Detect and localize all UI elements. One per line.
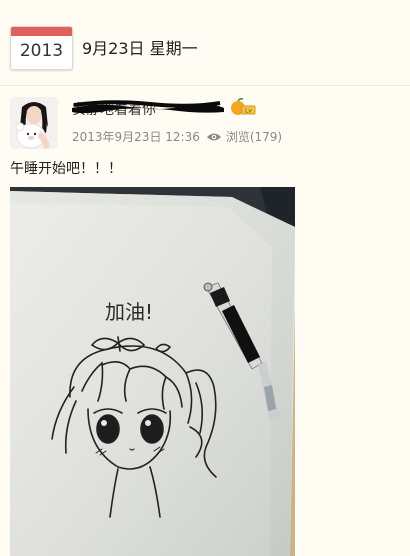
calendar-year: 2013	[19, 41, 64, 61]
post-timestamp: 2013年9月23日 12:36	[72, 130, 200, 144]
calendar-icon: 2013	[10, 26, 73, 70]
svg-text:Lv: Lv	[245, 108, 252, 115]
redaction-scribble	[72, 100, 224, 113]
date-header: 2013 9月23日 星期一	[0, 0, 410, 86]
vip-fruit-badge-icon[interactable]: Lv	[230, 98, 256, 116]
date-title: 9月23日 星期一	[82, 39, 198, 58]
post-text: 午睡开始吧！！！	[10, 161, 122, 177]
views-counter: 浏览(179)	[206, 128, 282, 145]
post-card: 安静地看着你 Lv 2013年9月23日 12:36 浏览(179) 午睡开始吧…	[0, 86, 410, 556]
avatar-image	[10, 97, 58, 149]
calendar-top-bar	[11, 27, 72, 36]
handwritten-text: 加油!	[105, 300, 153, 324]
post-photo[interactable]: 加油!	[10, 187, 295, 556]
eye-icon	[206, 133, 221, 140]
drawing-photo-image: 加油!	[10, 187, 295, 556]
post-meta: 2013年9月23日 12:36 浏览(179)	[72, 128, 282, 145]
avatar[interactable]	[10, 97, 58, 149]
views-label: 浏览(179)	[225, 130, 283, 144]
